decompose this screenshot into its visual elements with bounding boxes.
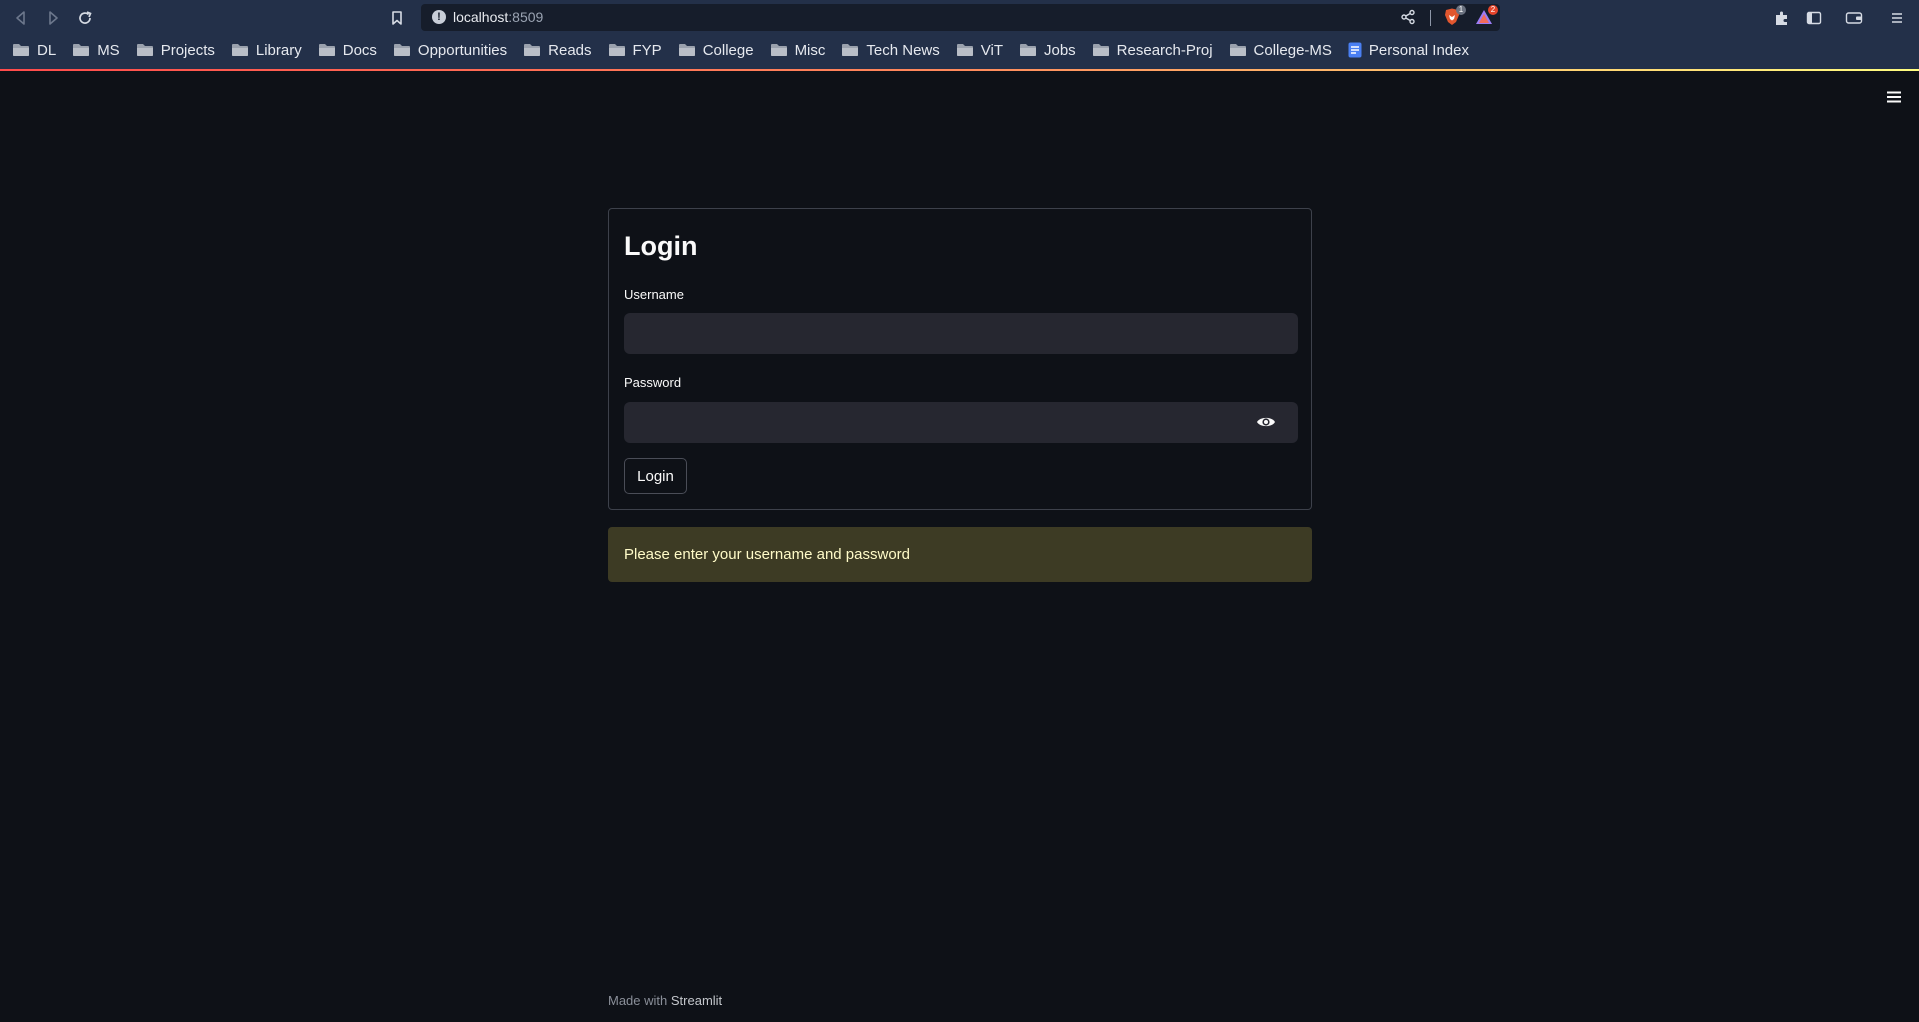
bookmark-label: Tech News	[866, 41, 940, 59]
bookmark-item[interactable]: Docs	[318, 42, 377, 59]
folder-icon	[1229, 43, 1247, 57]
footer-prefix: Made with	[608, 993, 668, 1008]
folder-icon	[318, 43, 336, 57]
form-title: Login	[624, 231, 698, 261]
site-info-icon[interactable]: !	[432, 10, 446, 24]
bookmark-item[interactable]: DL	[12, 42, 56, 59]
url-host: localhost	[453, 9, 509, 25]
url-port: :8509	[508, 9, 544, 25]
url-text: localhost:8509	[453, 9, 543, 25]
folder-icon	[72, 43, 90, 57]
folder-icon	[523, 43, 541, 57]
puzzle-icon	[1776, 11, 1787, 25]
folder-icon	[12, 43, 30, 57]
bookmark-label: Projects	[160, 41, 215, 59]
username-label: Username	[624, 287, 684, 302]
password-label: Password	[624, 375, 682, 390]
bookmark-item[interactable]: Misc	[770, 41, 826, 59]
hamburger-icon	[1887, 91, 1901, 103]
bookmark-item[interactable]: MS	[72, 42, 120, 59]
folder-icon	[678, 43, 696, 57]
bookmark-label: ViT	[980, 41, 1003, 59]
bookmark-item[interactable]: College	[678, 42, 754, 59]
login-form: Login Username Password Login	[608, 208, 1312, 510]
sidebar-icon	[1806, 11, 1822, 25]
wallet-icon	[1845, 12, 1863, 24]
bookmark-item[interactable]: ViT	[956, 42, 1003, 59]
rewards-badge: 2	[1488, 5, 1498, 15]
footer: Made with Streamlit	[608, 993, 722, 1008]
show-password-button[interactable]	[1256, 414, 1276, 430]
bookmark-label: Jobs	[1043, 41, 1076, 59]
bookmark-item[interactable]: Opportunities	[393, 42, 507, 59]
bookmark-label: FYP	[632, 41, 662, 59]
folder-icon	[136, 43, 154, 57]
hamburger-icon	[1892, 13, 1902, 23]
eye-icon	[1257, 417, 1275, 427]
bookmark-label: Opportunities	[417, 41, 508, 59]
main-menu-button[interactable]	[1883, 86, 1905, 108]
streamlit-link[interactable]: Streamlit	[671, 993, 722, 1008]
back-arrow-icon	[16, 11, 25, 25]
brave-shields-button[interactable]: 1	[1442, 5, 1466, 27]
alert-message: Please enter your username and password	[624, 546, 910, 563]
bookmark-item[interactable]: Personal Index	[1348, 42, 1469, 59]
shield-badge: 1	[1456, 5, 1466, 15]
bookmark-item[interactable]: Jobs	[1019, 42, 1076, 59]
bookmark-item[interactable]: College-MS	[1229, 42, 1332, 59]
back-button[interactable]	[10, 7, 32, 29]
folder-icon	[841, 43, 859, 57]
bookmark-label: Research-Proj	[1116, 41, 1213, 59]
bookmark-label: MS	[97, 41, 120, 59]
bookmark-label: Docs	[342, 41, 377, 59]
bookmark-item[interactable]: FYP	[608, 42, 662, 59]
sidebar-toggle-button[interactable]	[1803, 7, 1825, 29]
bookmark-item[interactable]: Tech News	[841, 41, 940, 59]
bookmark-icon	[392, 11, 402, 25]
folder-icon	[1019, 43, 1037, 57]
browser-chrome: ! localhost:8509 1 2 DL MS Projects Library…	[0, 0, 1919, 70]
reload-button[interactable]	[74, 7, 96, 29]
folder-icon	[393, 43, 411, 57]
forward-arrow-icon	[49, 11, 58, 25]
folder-icon	[770, 43, 788, 57]
bookmark-item[interactable]: Reads	[523, 41, 592, 59]
share-icon	[1401, 9, 1415, 25]
bookmark-label: Misc	[794, 41, 826, 59]
streamlit-decoration-bar	[0, 69, 1919, 71]
bookmark-label: Personal Index	[1368, 41, 1469, 59]
bookmark-label: College-MS	[1253, 41, 1332, 59]
warning-alert: Please enter your username and password	[608, 527, 1312, 582]
bookmarks-bar: DL MS Projects Library Docs Opportunities Read…	[12, 38, 1485, 62]
bookmark-label: DL	[37, 41, 57, 59]
brave-rewards-button[interactable]: 2	[1474, 5, 1498, 27]
wallet-button[interactable]	[1843, 7, 1865, 29]
bookmark-label: College	[702, 41, 754, 59]
folder-icon	[1092, 43, 1110, 57]
bookmark-label: Library	[255, 41, 302, 59]
reload-icon	[79, 11, 92, 24]
browser-menu-button[interactable]	[1886, 7, 1908, 29]
bookmark-page-button[interactable]	[386, 7, 408, 29]
share-button[interactable]	[1400, 9, 1416, 30]
folder-icon	[231, 43, 249, 57]
bookmark-item[interactable]: Research-Proj	[1092, 42, 1213, 59]
bookmark-item[interactable]: Library	[231, 42, 302, 59]
bookmark-item[interactable]: Projects	[136, 42, 215, 59]
url-separator	[1430, 10, 1431, 26]
username-input[interactable]	[624, 313, 1298, 354]
forward-button[interactable]	[42, 7, 64, 29]
login-button[interactable]: Login	[624, 458, 687, 494]
folder-icon	[608, 43, 626, 57]
extensions-button[interactable]	[1771, 7, 1793, 29]
folder-icon	[956, 43, 974, 57]
bookmark-label: Reads	[548, 41, 592, 59]
address-bar[interactable]: ! localhost:8509 1 2	[421, 4, 1500, 31]
google-docs-icon	[1348, 42, 1362, 58]
password-input[interactable]	[624, 402, 1298, 443]
